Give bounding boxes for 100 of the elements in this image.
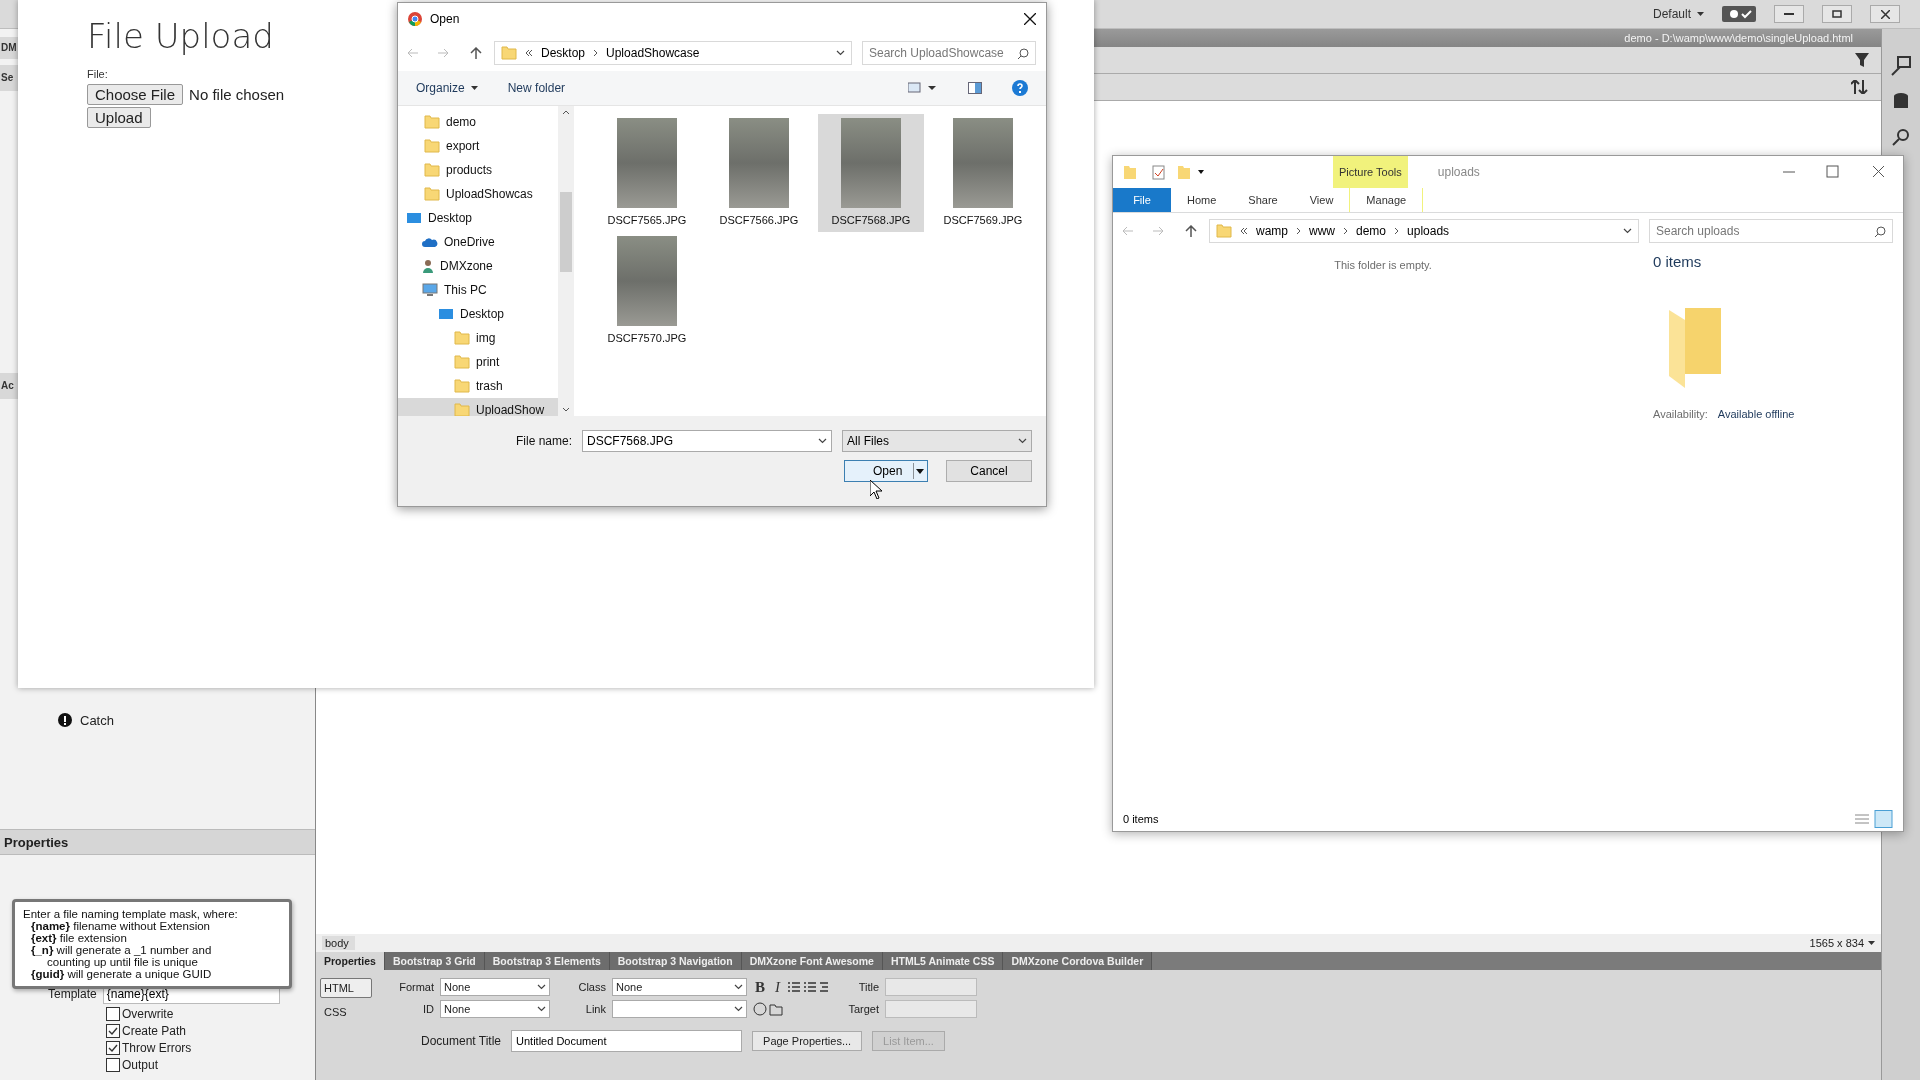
breadcrumb-item[interactable]: uploads <box>1407 224 1450 238</box>
nav-arrows-icon[interactable] <box>408 47 484 59</box>
filter-icon[interactable] <box>1855 53 1869 67</box>
new-folder-button[interactable]: New folder <box>507 81 566 95</box>
nav-item[interactable]: UploadShowcas <box>398 182 558 206</box>
panel-tab[interactable]: DMXzone Font Awesome <box>741 952 883 970</box>
organize-menu[interactable]: Organize <box>416 81 478 95</box>
nav-item[interactable]: products <box>398 158 558 182</box>
text-style-button[interactable]: B <box>753 978 767 996</box>
ribbon-tab[interactable]: File <box>1113 188 1171 212</box>
checkbox[interactable] <box>106 1006 120 1021</box>
screen-size[interactable]: 1565 x 834 <box>1809 937 1875 949</box>
preview-pane-icon[interactable] <box>968 82 982 94</box>
address-bar[interactable]: wamp www demo uploads <box>1209 219 1639 243</box>
behavior-row[interactable]: Catch <box>0 709 315 731</box>
scroll-thumb[interactable] <box>560 192 572 272</box>
breadcrumb-item[interactable]: www <box>1309 224 1335 238</box>
maximize-button[interactable] <box>1822 5 1852 23</box>
format-select[interactable]: None <box>440 978 550 996</box>
id-select[interactable]: None <box>440 1000 550 1018</box>
caret-icon[interactable] <box>470 86 478 90</box>
breadcrumb-item[interactable]: demo <box>1356 224 1387 238</box>
search-icon <box>1875 225 1886 237</box>
scrollbar[interactable] <box>558 106 574 416</box>
close-icon[interactable] <box>1024 13 1036 25</box>
panel-tab[interactable]: DMXzone Cordova Builder <box>1003 952 1153 970</box>
chevron-down-icon[interactable] <box>1018 438 1027 444</box>
scroll-up-icon[interactable] <box>562 110 570 115</box>
breadcrumb-item[interactable]: wamp <box>1256 224 1288 238</box>
nav-item[interactable]: demo <box>398 110 558 134</box>
file-item[interactable]: DSCF7569.JPG <box>930 114 1036 232</box>
nav-item[interactable]: Desktop <box>398 302 558 326</box>
help-icon[interactable] <box>1012 80 1028 96</box>
panel-icon[interactable] <box>1890 55 1912 77</box>
nav-item[interactable]: Desktop <box>398 206 558 230</box>
close-button[interactable] <box>1870 5 1900 23</box>
checkbox[interactable] <box>106 1057 120 1072</box>
open-button[interactable]: Open <box>844 460 928 482</box>
upload-button[interactable]: Upload <box>87 107 151 128</box>
panel-tab[interactable]: HTML5 Animate CSS <box>882 952 1004 970</box>
checkbox[interactable] <box>106 1040 120 1055</box>
minimize-button[interactable] <box>1774 5 1804 23</box>
view-icon[interactable] <box>908 82 938 94</box>
caret-icon[interactable] <box>913 463 925 479</box>
workspace-menu[interactable]: Default <box>1652 7 1704 21</box>
search-field[interactable]: Search UploadShowcase <box>862 41 1036 65</box>
address-bar[interactable]: Desktop UploadShowcase <box>494 41 852 65</box>
chevron-down-icon[interactable] <box>836 50 845 56</box>
file-item[interactable]: DSCF7566.JPG <box>706 114 812 232</box>
caret-icon[interactable] <box>1697 12 1704 16</box>
tag-selector[interactable]: body <box>322 936 355 950</box>
checkbox[interactable] <box>106 1023 120 1038</box>
nav-item[interactable]: img <box>398 326 558 350</box>
ribbon-tab[interactable]: Manage <box>1349 188 1424 212</box>
nav-item[interactable]: This PC <box>398 278 558 302</box>
caret-icon[interactable] <box>1868 941 1875 945</box>
file-type-select[interactable]: All Files <box>842 430 1032 452</box>
nav-item[interactable]: trash <box>398 374 558 398</box>
document-title-field[interactable]: Untitled Document <box>511 1030 743 1052</box>
nav-arrows-icon[interactable] <box>1123 225 1199 237</box>
panel-tab[interactable]: Bootstrap 3 Elements <box>484 952 610 970</box>
chevron-down-icon[interactable] <box>537 984 546 990</box>
ribbon-tab[interactable]: View <box>1293 188 1350 212</box>
chevron-down-icon[interactable] <box>734 984 743 990</box>
chevron-right-icon <box>1394 227 1400 235</box>
mode-button[interactable]: HTML <box>320 978 372 998</box>
chevron-down-icon[interactable] <box>537 1006 546 1012</box>
choose-file-button[interactable]: Choose File <box>87 84 184 105</box>
cancel-button[interactable]: Cancel <box>946 460 1032 482</box>
list-format-icons[interactable] <box>788 981 828 993</box>
scroll-down-icon[interactable] <box>562 407 570 412</box>
breadcrumb-item[interactable]: UploadShowcase <box>606 46 700 60</box>
nav-item[interactable]: UploadShow <box>398 398 558 416</box>
nav-item[interactable]: OneDrive <box>398 230 558 254</box>
panel-tab[interactable]: Bootstrap 3 Grid <box>384 952 485 970</box>
panel-title: Properties <box>0 829 315 855</box>
breadcrumb-item[interactable]: Desktop <box>541 46 586 60</box>
link-field[interactable] <box>612 1000 747 1018</box>
nav-item[interactable]: export <box>398 134 558 158</box>
search-field[interactable]: Search uploads <box>1649 219 1893 243</box>
title-field[interactable] <box>885 978 977 996</box>
chevron-down-icon[interactable] <box>734 1006 743 1012</box>
sort-icon[interactable] <box>1851 80 1869 94</box>
inspector-button[interactable]: Page Properties... <box>752 1031 863 1051</box>
ribbon-tab[interactable]: Home <box>1171 188 1233 212</box>
file-name-field[interactable]: DSCF7568.JPG <box>582 430 832 452</box>
view-toggle-icon[interactable] <box>1853 810 1893 828</box>
panel-tab[interactable]: Properties <box>316 952 385 970</box>
file-item[interactable]: DSCF7570.JPG <box>594 232 700 350</box>
file-item[interactable]: DSCF7565.JPG <box>594 114 700 232</box>
file-item[interactable]: DSCF7568.JPG <box>818 114 924 232</box>
ribbon-tab[interactable]: Share <box>1232 188 1294 212</box>
chevron-down-icon[interactable] <box>1623 228 1632 234</box>
text-style-button[interactable]: I <box>773 978 782 996</box>
chevron-down-icon[interactable] <box>818 438 827 444</box>
class-select[interactable]: None <box>612 978 747 996</box>
nav-item[interactable]: print <box>398 350 558 374</box>
mode-button[interactable]: CSS <box>320 1002 372 1022</box>
nav-item[interactable]: DMXzone <box>398 254 558 278</box>
panel-tab[interactable]: Bootstrap 3 Navigation <box>609 952 742 970</box>
